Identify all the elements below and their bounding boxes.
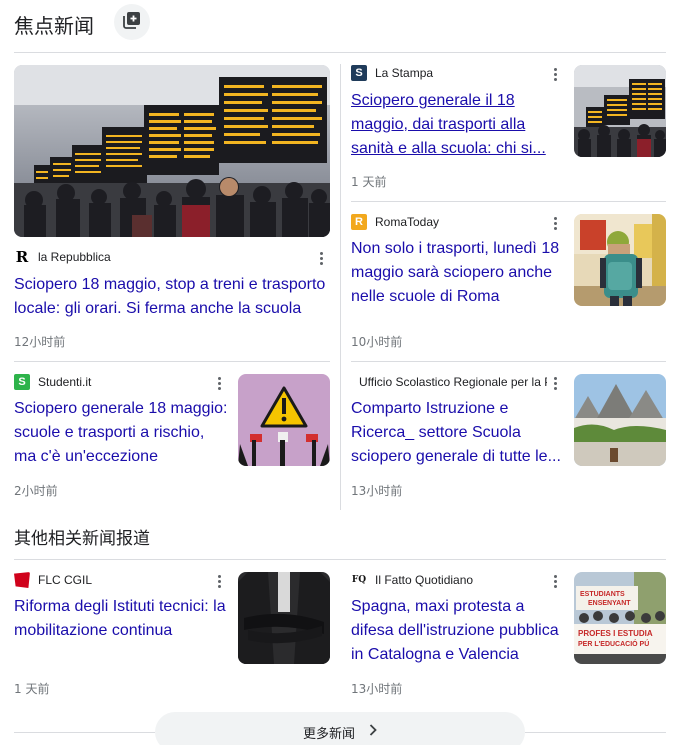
source-name: FLC CGIL <box>38 573 93 587</box>
timestamp: 10小时前 <box>351 335 403 349</box>
more-options-icon[interactable] <box>547 571 563 591</box>
la-stampa-logo-icon: S <box>351 65 367 81</box>
source: FQ Il Fatto Quotidiano <box>351 572 541 588</box>
news-card[interactable]: S La Stampa Sciopero generale il 18 magg… <box>351 65 666 195</box>
news-card[interactable]: Ufficio Scolastico Regionale per la Pugl… <box>351 374 666 504</box>
article-image <box>238 374 330 466</box>
article-title[interactable]: Sciopero generale il 18 maggio, dai tras… <box>351 89 561 161</box>
more-options-icon[interactable] <box>211 373 227 393</box>
source-name: la Repubblica <box>38 250 111 264</box>
il-fatto-quotidiano-logo-icon: FQ <box>351 572 367 588</box>
more-news-label: 更多新闻 <box>302 726 355 742</box>
studenti-logo-icon: S <box>14 374 30 390</box>
news-card[interactable]: R RomaToday Non solo i trasporti, lunedì… <box>351 214 666 354</box>
banner-text: ESTUDIANTS <box>580 591 625 598</box>
ufficio-scolastico-logo-icon <box>351 374 353 390</box>
more-options-icon[interactable] <box>547 213 563 233</box>
add-to-library-icon <box>123 11 141 34</box>
article-image <box>574 214 666 306</box>
source: Ufficio Scolastico Regionale per la Pugl… <box>351 374 547 390</box>
article-title[interactable]: Sciopero generale 18 maggio: scuole e tr… <box>14 397 229 469</box>
footer-divider <box>14 732 155 733</box>
source: R la Repubblica <box>14 249 294 265</box>
news-card[interactable]: FLC CGIL Riforma degli Istituti tecnici:… <box>14 572 330 702</box>
timestamp: 1 天前 <box>14 682 50 696</box>
article-title[interactable]: Sciopero 18 maggio, stop a treni e trasp… <box>14 273 330 321</box>
source-name: Il Fatto Quotidiano <box>375 573 474 587</box>
footer-divider <box>525 732 666 733</box>
article-image <box>574 65 666 157</box>
section-title: 焦点新闻 <box>14 14 94 38</box>
timestamp: 2小时前 <box>14 484 58 498</box>
row-divider <box>14 361 330 362</box>
banner-text: PER L'EDUCACIÓ PÚ <box>578 639 649 648</box>
source: FLC CGIL <box>14 572 204 588</box>
article-image <box>14 65 330 237</box>
row-divider <box>351 361 666 362</box>
news-card[interactable]: S Studenti.it Sciopero generale 18 maggi… <box>14 374 330 504</box>
source: S Studenti.it <box>14 374 204 390</box>
timestamp: 13小时前 <box>351 484 403 498</box>
timestamp: 13小时前 <box>351 682 403 696</box>
article-title[interactable]: Comparto Istruzione e Ricerca_ settore S… <box>351 397 563 469</box>
article-image: ESTUDIANTS ENSENYANT PROFES I ESTUDIA PE… <box>574 572 666 664</box>
add-to-library-button[interactable] <box>114 4 150 40</box>
news-card-featured[interactable]: R la Repubblica Sciopero 18 maggio, stop… <box>14 65 330 355</box>
la-repubblica-logo-icon: R <box>14 249 30 265</box>
source: S La Stampa <box>351 65 541 81</box>
chevron-right-icon <box>369 724 377 740</box>
source-name: Studenti.it <box>38 375 92 389</box>
more-options-icon[interactable] <box>547 373 563 393</box>
article-title[interactable]: Spagna, maxi protesta a difesa dell'istr… <box>351 595 563 667</box>
source-name: RomaToday <box>375 215 440 229</box>
timestamp: 1 天前 <box>351 175 387 189</box>
article-image <box>238 572 330 664</box>
news-card[interactable]: FQ Il Fatto Quotidiano Spagna, maxi prot… <box>351 572 666 702</box>
article-image <box>574 374 666 466</box>
related-section-title: 其他相关新闻报道 <box>14 529 150 549</box>
banner-text: PROFES I ESTUDIA <box>578 629 653 638</box>
row-divider <box>351 201 666 202</box>
source-name: Ufficio Scolastico Regionale per la Pugl… <box>359 375 547 389</box>
timestamp: 12小时前 <box>14 335 66 349</box>
article-title[interactable]: Non solo i trasporti, lunedì 18 maggio s… <box>351 237 563 309</box>
source-name: La Stampa <box>375 66 434 80</box>
more-options-icon[interactable] <box>547 64 563 84</box>
top-stories-header: 焦点新闻 <box>14 4 666 53</box>
more-options-icon[interactable] <box>313 248 329 268</box>
more-options-icon[interactable] <box>211 571 227 591</box>
section-divider <box>14 559 666 560</box>
source: R RomaToday <box>351 214 541 230</box>
more-news-button[interactable]: 更多新闻 <box>155 712 525 745</box>
column-divider <box>340 64 341 510</box>
article-title[interactable]: Riforma degli Istituti tecnici: la mobil… <box>14 595 229 643</box>
banner-text: ENSENYANT <box>588 600 631 607</box>
romatoday-logo-icon: R <box>351 214 367 230</box>
flc-cgil-logo-icon <box>14 572 30 588</box>
